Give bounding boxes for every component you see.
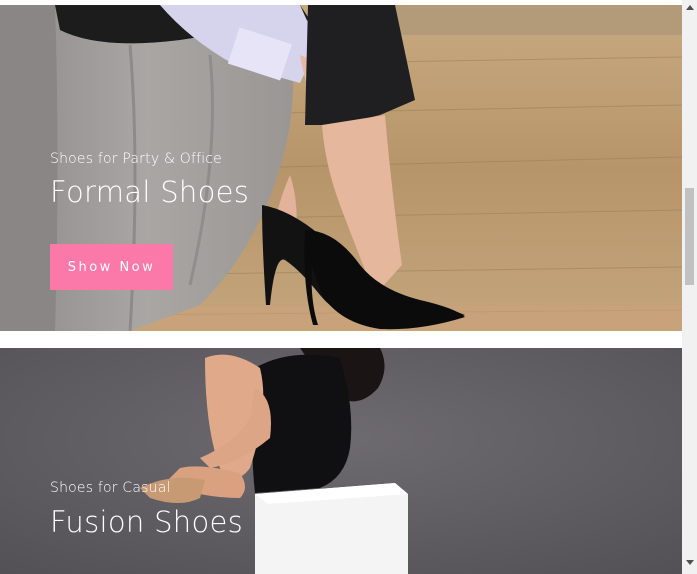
banner-title: Formal Shoes <box>50 175 250 209</box>
banner-image-fusion <box>0 348 682 574</box>
banner-formal-shoes[interactable]: Shoes for Party & Office Formal Shoes Sh… <box>0 5 682 331</box>
vertical-scrollbar[interactable] <box>682 0 697 574</box>
banner-eyebrow: Shoes for Casual <box>50 480 171 496</box>
page-viewport: Shoes for Party & Office Formal Shoes Sh… <box>0 0 682 574</box>
triangle-up-icon[interactable] <box>685 2 694 12</box>
scrollbar-thumb[interactable] <box>685 188 694 285</box>
banner-fusion-shoes[interactable]: Shoes for Casual Fusion Shoes <box>0 348 682 574</box>
triangle-down-icon[interactable] <box>685 557 694 567</box>
show-now-button[interactable]: Show Now <box>50 244 173 290</box>
banner-title: Fusion Shoes <box>50 505 244 539</box>
banner-eyebrow: Shoes for Party & Office <box>50 151 223 167</box>
